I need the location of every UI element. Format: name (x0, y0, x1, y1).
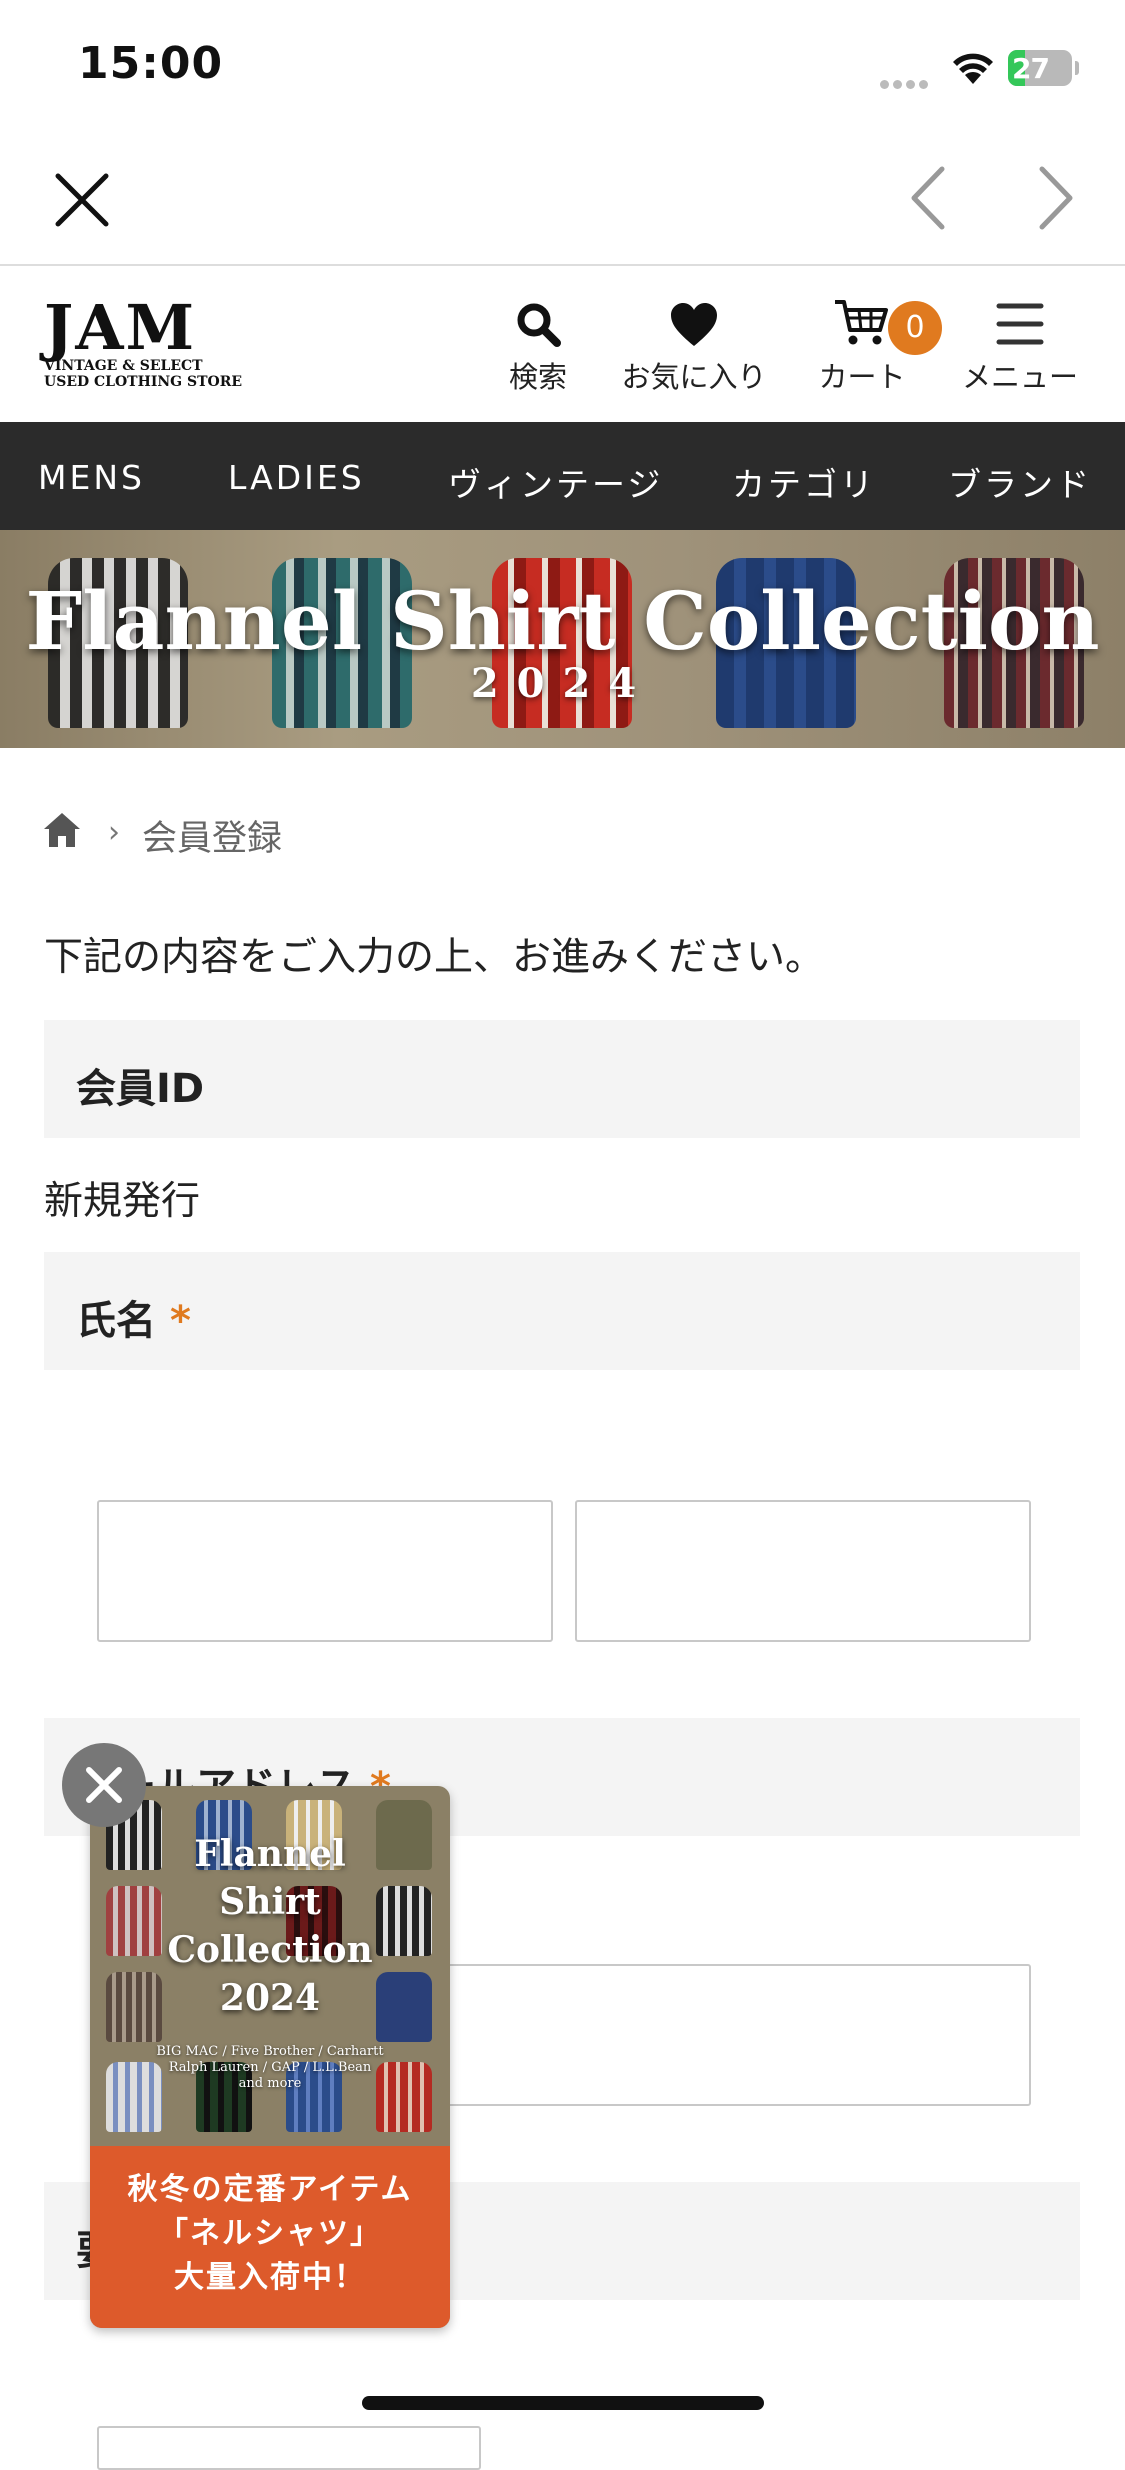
member-id-label: 会員ID (76, 1066, 205, 1112)
form-intro-text: 下記の内容をご入力の上、お進みください。 (44, 935, 825, 980)
favorites-button[interactable]: お気に入り (614, 292, 774, 396)
search-button[interactable]: 検索 (498, 292, 578, 396)
next-section-input[interactable] (97, 2426, 481, 2470)
popup-title-line-4: 2024 (219, 1977, 321, 2019)
cart-count-badge: 0 (888, 301, 942, 355)
search-label: 検索 (508, 360, 567, 394)
status-time: 15:00 (78, 38, 224, 89)
chevron-right-icon: › (108, 815, 120, 850)
close-icon[interactable] (50, 168, 114, 232)
flannel-collection-banner[interactable]: Flannel Shirt Collection 2024 (0, 530, 1125, 748)
heart-icon (614, 292, 774, 348)
popup-footer-line-1: 秋冬の定番アイテム (127, 2172, 413, 2207)
back-arrow-icon[interactable] (904, 163, 954, 237)
name-label: 氏名 * (76, 1288, 191, 1346)
logo-subtext-2: USED CLOTHING STORE (44, 374, 243, 390)
banner-title: Flannel Shirt Collection (25, 574, 1100, 668)
category-brand[interactable]: ブランド (948, 458, 1092, 506)
logo-text: JAM (44, 291, 197, 364)
battery-tip (1075, 61, 1079, 75)
last-name-input[interactable] (97, 1500, 553, 1642)
favorites-label: お気に入り (621, 360, 767, 394)
breadcrumb-current: 会員登録 (142, 819, 283, 859)
name-section-header: 氏名 * (44, 1252, 1080, 1370)
popup-close-button[interactable] (62, 1743, 146, 1827)
menu-button[interactable]: メニュー (958, 292, 1082, 396)
required-mark: * (170, 1298, 191, 1344)
popup-brands-line-2: Ralph Lauren / GAP / L.L.Bean (168, 2060, 372, 2075)
popup-brands-line-1: BIG MAC / Five Brother / Carhartt (156, 2044, 384, 2059)
menu-label: メニュー (961, 360, 1078, 394)
category-vintage[interactable]: ヴィンテージ (448, 458, 663, 506)
nav-divider (0, 264, 1125, 266)
search-icon (498, 292, 578, 348)
member-id-section-header: 会員ID (44, 1020, 1080, 1138)
popup-footer-line-3: 大量入荷中！ (174, 2260, 366, 2295)
popup-brands-line-3: and more (238, 2076, 302, 2091)
popup-title-line-1: Flannel (194, 1833, 346, 1875)
popup-brand-list: BIG MAC / Five Brother / Carhartt Ralph … (90, 2044, 450, 2092)
popup-footer-line-2: 「ネルシャツ」 (158, 2216, 382, 2251)
cart-label: カート (818, 360, 906, 394)
home-indicator (362, 2396, 764, 2410)
popup-title-line-2: Shirt (219, 1881, 321, 1923)
site-logo[interactable]: JAM VINTAGE & SELECT USED CLOTHING STORE (44, 291, 243, 394)
cellular-signal-icon (880, 74, 936, 89)
popup-title: Flannel Shirt Collection 2024 (90, 1830, 450, 2022)
popup-title-line-3: Collection (167, 1929, 373, 1971)
category-mens[interactable]: MENS (38, 458, 145, 497)
hamburger-menu-icon (958, 292, 1082, 348)
member-id-value: 新規発行 (44, 1179, 201, 1224)
logo-subtext-1: VINTAGE & SELECT (44, 358, 203, 374)
battery-icon: 27 (1008, 50, 1072, 86)
promo-popup[interactable]: Flannel Shirt Collection 2024 BIG MAC / … (90, 1786, 450, 2328)
category-nav: MENS LADIES ヴィンテージ カテゴリ ブランド (0, 422, 1125, 530)
banner-year: 2024 (470, 660, 655, 707)
wifi-icon (950, 50, 996, 90)
first-name-input[interactable] (575, 1500, 1031, 1642)
category-ladies[interactable]: LADIES (228, 458, 365, 497)
home-icon[interactable] (42, 810, 82, 854)
name-label-text: 氏名 (76, 1298, 156, 1344)
close-icon (86, 1767, 122, 1803)
popup-footer: 秋冬の定番アイテム 「ネルシャツ」 大量入荷中！ (90, 2146, 450, 2328)
category-category[interactable]: カテゴリ (732, 458, 876, 506)
forward-arrow-icon[interactable] (1030, 163, 1080, 237)
battery-level-text: 27 (1012, 52, 1050, 85)
